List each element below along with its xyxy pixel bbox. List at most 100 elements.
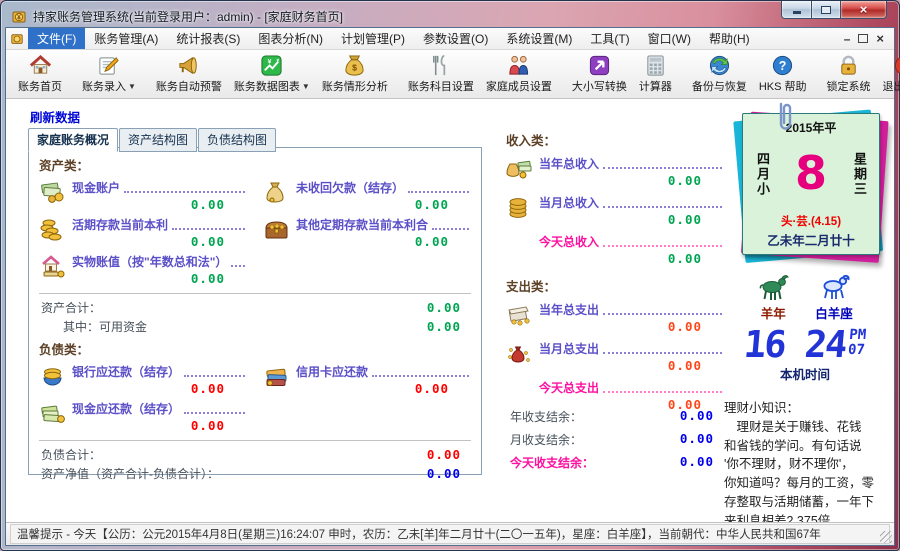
assets-header: 资产类：	[39, 155, 471, 174]
close-button[interactable]: ×	[840, 1, 887, 19]
calendar-year: 2015年平	[749, 119, 873, 136]
refresh-data-link[interactable]: 刷新数据	[30, 107, 80, 126]
liability-value: 0.00	[296, 381, 471, 396]
clock-label: 本机时间	[720, 364, 890, 383]
close-icon: ×	[860, 3, 868, 16]
menu-system-settings[interactable]: 系统设置(M)	[497, 28, 581, 49]
toolbar-case-convert-button[interactable]: 大小写转换	[566, 51, 633, 97]
restore-icon	[821, 6, 831, 14]
asset-item-other-deposit: 其他定期存款当前本利合 0.00	[263, 216, 471, 249]
asset-value: 0.00	[72, 271, 247, 286]
toolbar-family-members-button[interactable]: 家庭成员设置	[480, 51, 558, 97]
expense-year-icon	[506, 302, 533, 326]
menu-help[interactable]: 帮助(H)	[700, 28, 759, 49]
toolbar-auto-alert-button[interactable]: 账务自动预警	[150, 51, 228, 97]
moneybag-icon	[263, 180, 290, 204]
menu-window[interactable]: 窗口(W)	[639, 28, 700, 49]
tab-asset-structure[interactable]: 资产结构图	[119, 128, 197, 152]
toolbar-help-button[interactable]: ? HKS 帮助	[753, 51, 813, 97]
asset-value: 0.00	[296, 234, 471, 249]
available-funds-value: 0.00	[427, 319, 467, 334]
toolbar-calculator-button[interactable]: 计算器	[633, 51, 678, 97]
balance-summary: 年收支结余： 0.00 月收支结余： 0.00 今天收支结余： 0.00	[506, 405, 724, 474]
menu-plan-management[interactable]: 计划管理(P)	[332, 28, 414, 49]
zodiac-sign-label: 白羊座	[815, 303, 853, 322]
toolbar-lock-system-button[interactable]: 锁定系统	[821, 51, 877, 97]
month-balance-row: 月收支结余： 0.00	[506, 428, 724, 451]
liability-total-row: 负债合计： 0.00	[39, 445, 471, 464]
minimize-button[interactable]	[781, 1, 812, 19]
resize-grip[interactable]	[880, 531, 892, 543]
net-worth-row: 资产净值（资产合计-负债合计）： 0.00	[39, 464, 471, 483]
income-item-month: 当月总收入 0.00	[506, 194, 724, 227]
calendar-day: 8	[795, 153, 827, 194]
dropdown-arrow-icon: ▼	[128, 82, 136, 91]
exit-icon	[893, 54, 900, 77]
desk-calendar: 2015年平 四月小 8 星期三 头·芸.(4.15) 乙未年二月廿十	[742, 113, 880, 255]
tips-title: 理财小知识：	[724, 399, 890, 418]
income-expense-column: 收入类： 当年总收入 0.00 当月总收入 0.00 今天总收入 0.00 支出…	[506, 127, 724, 418]
app-window: ¥ 持家账务管理系统(当前登录用户：admin) - [家庭财务首页] × 文件…	[0, 0, 900, 551]
toolbar-backup-restore-button[interactable]: 备份与恢复	[686, 51, 753, 97]
asset-total-value: 0.00	[427, 300, 467, 315]
svg-text:¥: ¥	[17, 14, 21, 21]
lock-icon	[837, 54, 860, 77]
tips-body: 理财是关于赚钱、花钱 和省钱的学问。有句话说 '你不理财，财不理你'， 你知道吗…	[724, 418, 890, 522]
toolbar-subject-settings-button[interactable]: 账务科目设置	[402, 51, 480, 97]
menu-chart-analysis[interactable]: 图表分析(N)	[249, 28, 332, 49]
asset-value: 0.00	[72, 234, 247, 249]
clock-block: 16 24 PM 07 本机时间	[720, 328, 890, 383]
help-icon: ?	[771, 54, 794, 77]
mdi-child-icon	[10, 32, 24, 46]
backup-restore-icon	[708, 54, 731, 77]
mdi-restore-icon[interactable]	[858, 34, 868, 43]
liability-value: 0.00	[72, 381, 247, 396]
paperclip-icon	[774, 100, 794, 134]
treasure-chest-icon	[263, 217, 290, 241]
available-funds-row: 其中：可用资金 0.00	[39, 317, 471, 336]
toolbar-exit-system-button[interactable]: 退出系统	[877, 51, 900, 97]
income-value: 0.00	[539, 251, 724, 266]
asset-total-row: 资产合计： 0.00	[39, 298, 471, 317]
tab-family-overview[interactable]: 家庭账务概况	[28, 128, 118, 152]
liability-total-value: 0.00	[427, 447, 467, 462]
expense-item-year: 当年总支出 0.00	[506, 301, 724, 334]
menu-file[interactable]: 文件(F)	[28, 28, 85, 49]
case-convert-icon	[588, 54, 611, 77]
svg-text:$: $	[352, 62, 357, 72]
bank-repayment-icon	[39, 364, 66, 388]
expense-value: 0.00	[539, 358, 724, 373]
expense-value: 0.00	[539, 319, 724, 334]
menu-statistics-reports[interactable]: 统计报表(S)	[167, 28, 249, 49]
asset-item-demand-deposit: 活期存款当前本利 0.00	[39, 216, 247, 249]
liability-item-credit-card: 信用卡应还款 0.00	[263, 363, 471, 396]
toolbar-data-chart-button[interactable]: ¥ 账务数据图表▼	[228, 51, 316, 97]
toolbar-home-button[interactable]: 账务首页	[12, 51, 68, 97]
tab-liability-structure[interactable]: 负债结构图	[198, 128, 276, 152]
title-bar: ¥ 持家账务管理系统(当前登录用户：admin) - [家庭财务首页] ×	[1, 1, 899, 29]
menu-parameter-settings[interactable]: 参数设置(O)	[414, 28, 497, 49]
coin-stack-icon	[39, 217, 66, 241]
zodiac-year-block: 羊年	[757, 271, 789, 322]
income-year-icon	[506, 156, 533, 180]
toolbar-entry-button[interactable]: 账务录入▼	[76, 51, 142, 97]
clock-digits: 16 24	[743, 328, 847, 361]
income-item-today: 今天总收入 0.00	[539, 233, 724, 266]
clock-seconds: 07	[848, 343, 866, 358]
year-balance-value: 0.00	[680, 408, 720, 425]
restore-button[interactable]	[812, 1, 840, 19]
menu-account-management[interactable]: 账务管理(A)	[85, 28, 167, 49]
income-header: 收入类：	[506, 130, 724, 149]
toolbar-situation-analysis-button[interactable]: $ 账务情形分析	[316, 51, 394, 97]
today-balance-row: 今天收支结余： 0.00	[506, 451, 724, 474]
zodiac-sign-block: 白羊座	[815, 271, 853, 322]
asset-value: 0.00	[296, 197, 471, 212]
menu-tools[interactable]: 工具(T)	[581, 28, 638, 49]
status-text: 温馨提示 - 今天【公历：公元2015年4月8日(星期三)16:24:07 申时…	[10, 524, 890, 544]
mdi-minimize-icon[interactable]: –	[844, 32, 851, 46]
month-balance-value: 0.00	[680, 431, 720, 448]
calendar-note: 头·芸.(4.15)	[749, 213, 873, 229]
clock-ampm: PM	[849, 328, 867, 343]
moneybag-icon: $	[343, 54, 366, 77]
mdi-close-icon[interactable]: ×	[876, 31, 884, 46]
